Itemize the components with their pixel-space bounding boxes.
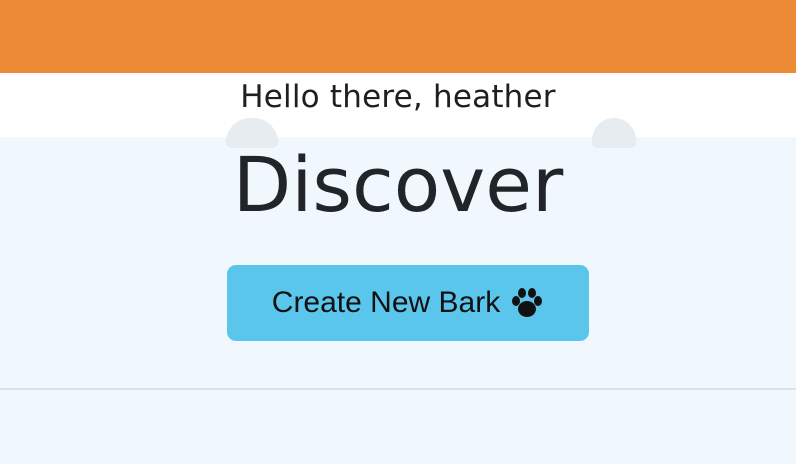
create-new-bark-label: Create New Bark xyxy=(271,286,501,319)
top-nav-bar xyxy=(0,0,796,73)
create-new-bark-button[interactable]: Create New Bark xyxy=(227,265,589,341)
section-divider xyxy=(0,388,796,390)
greeting-bar: Hello there, heather xyxy=(0,73,796,137)
greeting-text: Hello there, heather xyxy=(240,79,556,115)
page-title: Discover xyxy=(232,140,564,229)
paw-icon xyxy=(510,288,544,318)
